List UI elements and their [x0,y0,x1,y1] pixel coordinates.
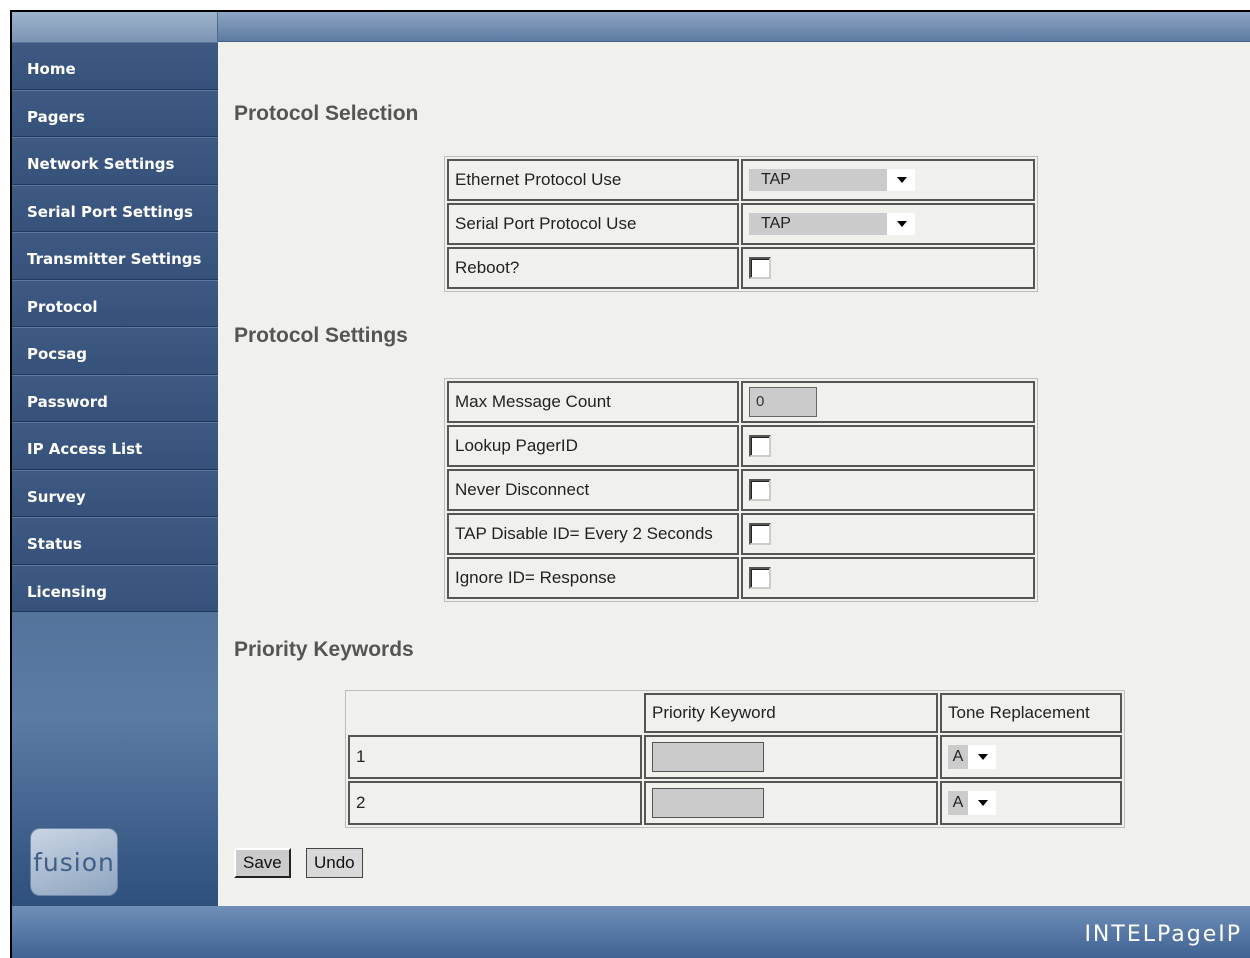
ignore-id-response-cell [741,557,1035,599]
lookup-pagerid-cell [741,425,1035,467]
sidebar-item-transmitter-settings[interactable]: Transmitter Settings [12,232,218,280]
row-index: 2 [348,781,642,825]
tone-replacement-value: A [948,745,968,769]
tone-replacement-select[interactable]: A [948,745,996,769]
sidebar-item-home[interactable]: Home [12,42,218,90]
never-disconnect-label: Never Disconnect [447,469,739,511]
table-row: Ignore ID= Response [447,557,1035,599]
priority-keyword-header: Priority Keyword [644,693,938,733]
ethernet-protocol-cell: TAP [741,159,1035,201]
tone-cell: A [940,735,1122,779]
tone-replacement-header: Tone Replacement [940,693,1122,733]
fusion-logo: fusion [30,828,118,896]
protocol-settings-title: Protocol Settings [234,324,408,347]
reboot-cell [741,247,1035,289]
app-frame: Home Pagers Network Settings Serial Port… [10,10,1250,958]
table-row: TAP Disable ID= Every 2 Seconds [447,513,1035,555]
lookup-pagerid-label: Lookup PagerID [447,425,739,467]
tone-replacement-select[interactable]: A [948,791,996,815]
ethernet-protocol-label: Ethernet Protocol Use [447,159,739,201]
sidebar-item-protocol[interactable]: Protocol [12,279,218,327]
priority-keywords-title: Priority Keywords [234,638,414,661]
protocol-settings-table: Max Message Count 0 Lookup PagerID Never… [444,378,1038,602]
logo-text: fusion [33,847,115,877]
top-bar-left [12,12,218,42]
tap-disable-id-label: TAP Disable ID= Every 2 Seconds [447,513,739,555]
bottom-bar: INTELPageIP [12,906,1250,958]
protocol-selection-table: Ethernet Protocol Use TAP Serial Port Pr… [444,156,1038,292]
protocol-selection-title: Protocol Selection [234,102,419,125]
tap-disable-id-cell [741,513,1035,555]
max-message-count-input[interactable]: 0 [749,387,817,417]
table-row: 2 A [348,781,1122,825]
keyword-cell [644,781,938,825]
reboot-label: Reboot? [447,247,739,289]
priority-keywords-table: Priority Keyword Tone Replacement 1 A 2 [345,690,1125,828]
reboot-checkbox[interactable] [749,257,771,279]
serial-protocol-value: TAP [749,213,887,235]
priority-keyword-input[interactable] [652,788,764,818]
table-row: Reboot? [447,247,1035,289]
chevron-down-icon [978,754,988,760]
table-row: Lookup PagerID [447,425,1035,467]
undo-button[interactable]: Undo [306,848,363,878]
sidebar-item-licensing[interactable]: Licensing [12,564,218,612]
chevron-down-icon [978,800,988,806]
chevron-down-icon [897,177,907,183]
ignore-id-response-label: Ignore ID= Response [447,557,739,599]
sidebar: Home Pagers Network Settings Serial Port… [12,42,218,906]
sidebar-item-ip-access-list[interactable]: IP Access List [12,422,218,470]
table-row: Max Message Count 0 [447,381,1035,423]
top-bar-right [218,12,1250,42]
main-content: Protocol Selection Ethernet Protocol Use… [218,42,1250,906]
row-index: 1 [348,735,642,779]
priority-keyword-input[interactable] [652,742,764,772]
table-row: Serial Port Protocol Use TAP [447,203,1035,245]
chevron-down-icon [897,221,907,227]
max-message-count-label: Max Message Count [447,381,739,423]
tap-disable-id-checkbox[interactable] [749,523,771,545]
brand-label: INTELPageIP [1084,922,1242,947]
save-button[interactable]: Save [234,848,291,878]
tone-replacement-value: A [948,791,968,815]
serial-protocol-cell: TAP [741,203,1035,245]
header-empty-cell [348,693,642,733]
sidebar-item-status[interactable]: Status [12,517,218,565]
top-bar [12,12,1250,42]
table-header-row: Priority Keyword Tone Replacement [348,693,1122,733]
serial-protocol-select[interactable]: TAP [749,213,915,235]
never-disconnect-checkbox[interactable] [749,479,771,501]
sidebar-item-password[interactable]: Password [12,374,218,422]
max-message-count-cell: 0 [741,381,1035,423]
table-row: Never Disconnect [447,469,1035,511]
tone-cell: A [940,781,1122,825]
lookup-pagerid-checkbox[interactable] [749,435,771,457]
table-row: 1 A [348,735,1122,779]
sidebar-item-pagers[interactable]: Pagers [12,89,218,137]
table-row: Ethernet Protocol Use TAP [447,159,1035,201]
ethernet-protocol-value: TAP [749,169,887,191]
sidebar-item-network-settings[interactable]: Network Settings [12,137,218,185]
ignore-id-response-checkbox[interactable] [749,567,771,589]
sidebar-item-serial-port-settings[interactable]: Serial Port Settings [12,184,218,232]
ethernet-protocol-select[interactable]: TAP [749,169,915,191]
keyword-cell [644,735,938,779]
sidebar-item-pocsag[interactable]: Pocsag [12,327,218,375]
sidebar-item-survey[interactable]: Survey [12,469,218,517]
never-disconnect-cell [741,469,1035,511]
serial-protocol-label: Serial Port Protocol Use [447,203,739,245]
